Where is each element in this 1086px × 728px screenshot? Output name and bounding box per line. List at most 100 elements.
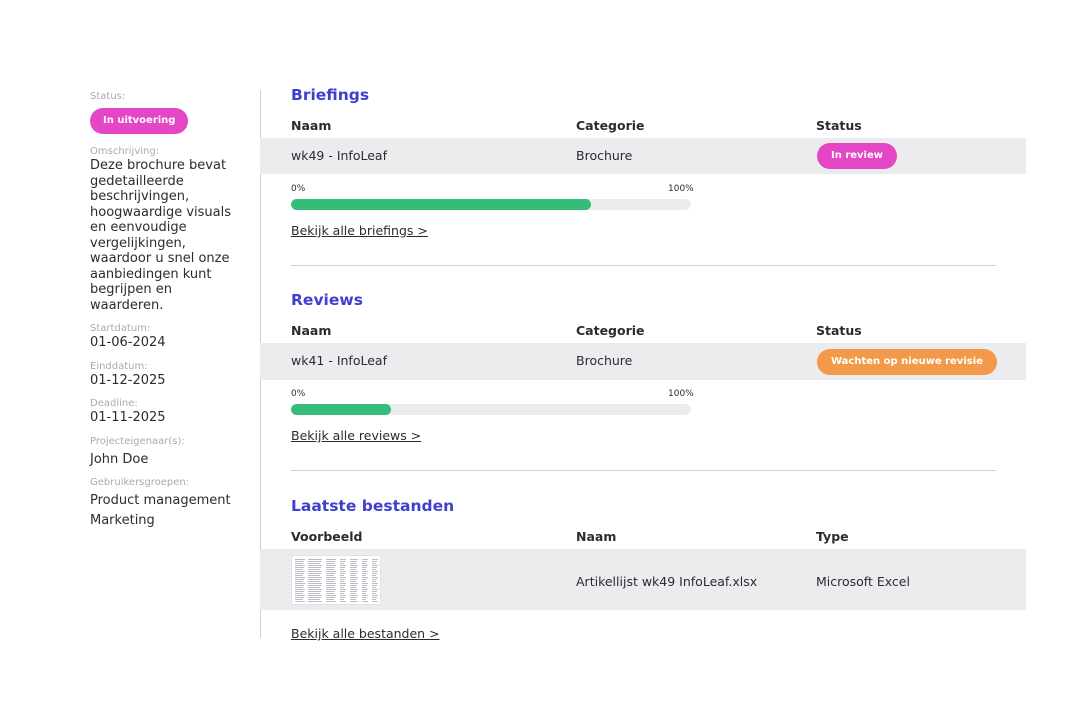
thumbnail-line xyxy=(308,589,322,590)
thumbnail-line xyxy=(372,591,377,592)
thumbnail-line xyxy=(308,571,322,572)
view-all-briefings-link[interactable]: Bekijk alle briefings > xyxy=(291,223,428,238)
thumbnail-line xyxy=(308,585,321,586)
thumbnail-line xyxy=(350,581,356,582)
thumbnail-line xyxy=(295,575,303,576)
thumbnail-line xyxy=(362,573,367,574)
thumbnail-line xyxy=(295,561,304,562)
thumbnail-line xyxy=(340,599,344,600)
thumbnail-line xyxy=(295,565,305,566)
thumbnail-line xyxy=(350,577,358,578)
thumbnail-line xyxy=(362,591,367,592)
thumbnail-line xyxy=(372,575,376,576)
thumbnail-line xyxy=(372,585,377,586)
thumbnail-line xyxy=(372,567,377,568)
end-date-value: 01-12-2025 xyxy=(90,372,166,388)
table-row[interactable]: Artikellijst wk49 InfoLeaf.xlsx Microsof… xyxy=(260,549,1026,610)
thumbnail-line xyxy=(326,573,335,574)
thumbnail-line xyxy=(362,561,367,562)
thumbnail-line xyxy=(326,587,334,588)
table-row[interactable]: wk49 - InfoLeaf Brochure In review xyxy=(260,138,1026,174)
thumbnail-line xyxy=(295,601,305,602)
thumbnail-line xyxy=(372,579,377,580)
briefings-col-category: Categorie xyxy=(576,118,645,133)
reviews-col-category: Categorie xyxy=(576,323,645,338)
thumbnail-line xyxy=(372,595,378,596)
thumbnail-line xyxy=(308,569,320,570)
file-thumbnail[interactable] xyxy=(291,555,381,605)
thumbnail-line xyxy=(350,563,356,564)
thumbnail-line xyxy=(362,593,366,594)
thumbnail-line xyxy=(362,559,368,560)
thumbnail-line xyxy=(295,559,305,560)
thumbnail-line xyxy=(295,573,304,574)
thumbnail-line xyxy=(295,589,305,590)
thumbnail-line xyxy=(326,581,334,582)
thumbnail-line xyxy=(326,579,335,580)
thumbnail-line xyxy=(362,577,368,578)
thumbnail-line xyxy=(372,583,378,584)
progress-max-label: 100% xyxy=(668,389,694,399)
deadline-value: 01-11-2025 xyxy=(90,410,166,425)
thumbnail-line xyxy=(340,581,344,582)
thumbnail-line xyxy=(340,589,346,590)
thumbnail-line xyxy=(372,571,378,572)
thumbnail-line xyxy=(340,601,346,602)
thumbnail-line xyxy=(340,583,346,584)
view-all-reviews-link[interactable]: Bekijk alle reviews > xyxy=(291,428,421,443)
description-label: Omschrijving: xyxy=(90,146,160,157)
thumbnail-line xyxy=(295,581,303,582)
thumbnail-line xyxy=(326,593,334,594)
thumbnail-line xyxy=(326,565,336,566)
progress-min-label: 0% xyxy=(291,184,306,194)
owners-list: John Doe xyxy=(90,452,240,468)
thumbnail-line xyxy=(326,595,336,596)
table-row[interactable]: wk41 - InfoLeaf Brochure Wachten op nieu… xyxy=(260,343,1026,380)
thumbnail-line xyxy=(340,571,346,572)
thumbnail-line xyxy=(326,583,336,584)
thumbnail-line xyxy=(340,577,346,578)
files-col-type: Type xyxy=(816,529,849,544)
thumbnail-line xyxy=(362,567,367,568)
progress-max-label: 100% xyxy=(668,184,694,194)
briefings-progress-bar xyxy=(291,199,691,210)
thumbnail-line xyxy=(350,583,358,584)
thumbnail-line xyxy=(372,601,378,602)
thumbnail-line xyxy=(326,577,336,578)
thumbnail-line xyxy=(308,597,321,598)
thumbnail-line xyxy=(308,593,320,594)
thumbnail-line xyxy=(350,587,356,588)
thumbnail-line xyxy=(372,587,376,588)
briefings-col-name: Naam xyxy=(291,118,332,133)
files-col-preview: Voorbeeld xyxy=(291,529,363,544)
thumbnail-line xyxy=(295,585,304,586)
thumbnail-line xyxy=(308,583,322,584)
reviews-progress-fill xyxy=(291,404,391,415)
thumbnail-line xyxy=(295,591,304,592)
thumbnail-line xyxy=(295,569,303,570)
status-label: Status: xyxy=(90,91,126,102)
thumbnail-line xyxy=(308,561,321,562)
start-date-label: Startdatum: xyxy=(90,323,151,334)
thumbnail-line xyxy=(340,595,346,596)
thumbnail-line xyxy=(372,573,377,574)
thumbnail-line xyxy=(326,591,335,592)
thumbnail-line xyxy=(340,559,346,560)
thumbnail-line xyxy=(326,599,334,600)
group-item: Product management xyxy=(90,493,231,508)
description-text: Deze brochure bevat gedetailleerde besch… xyxy=(90,158,231,313)
groups-list: Product management Marketing xyxy=(90,493,240,528)
thumbnail-line xyxy=(308,577,322,578)
thumbnail-line xyxy=(340,585,345,586)
thumbnail-line xyxy=(308,563,320,564)
thumbnail-line xyxy=(362,595,368,596)
reviews-progress-bar xyxy=(291,404,691,415)
thumbnail-line xyxy=(308,573,321,574)
thumbnail-line xyxy=(362,589,368,590)
thumbnail-line xyxy=(350,595,358,596)
view-all-files-link[interactable]: Bekijk alle bestanden > xyxy=(291,626,440,641)
thumbnail-line xyxy=(372,597,377,598)
file-type: Microsoft Excel xyxy=(816,574,910,589)
thumbnail-line xyxy=(308,599,320,600)
deadline-label: Deadline: xyxy=(90,398,138,409)
